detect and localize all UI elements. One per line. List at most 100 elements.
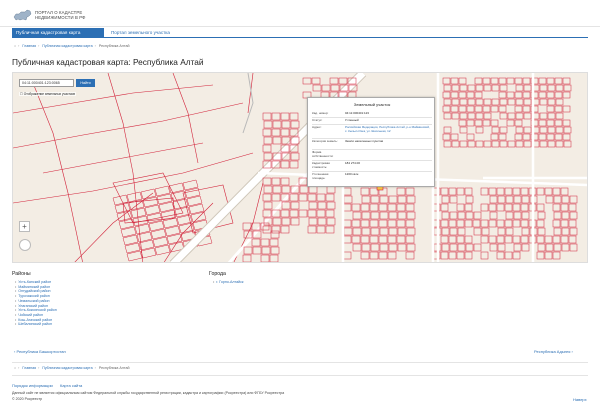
parcel xyxy=(338,77,348,85)
popup-value: Российская Федерация, Республика Алтай, … xyxy=(345,125,430,133)
parcel xyxy=(546,133,555,141)
cadastral-search-input[interactable]: 04:11:000401:123:0065 xyxy=(19,79,74,87)
logo-text[interactable]: ПОРТАЛ О КАДАСТРЕ НЕДВИЖИМОСТИ В РФ xyxy=(35,10,86,20)
parcel-boundary xyxy=(74,192,154,262)
tab-land-plot-portal[interactable]: Портал земельного участка xyxy=(107,28,174,37)
tab-public-cadastral-map[interactable]: Публичная кадастровая карта xyxy=(12,28,104,37)
search-button[interactable]: Найти xyxy=(76,79,95,87)
parcel xyxy=(443,126,452,134)
parcel xyxy=(499,140,508,148)
parcel xyxy=(272,185,282,194)
parcel xyxy=(488,235,497,244)
parcel xyxy=(441,227,450,236)
parcel xyxy=(388,195,398,204)
parcel xyxy=(405,219,415,228)
parcel xyxy=(450,91,459,99)
parcel xyxy=(507,140,516,148)
parcel xyxy=(369,203,379,212)
parcel xyxy=(544,187,553,196)
region-link[interactable]: Усть-Канский район xyxy=(15,280,57,285)
map-canvas[interactable] xyxy=(13,73,588,263)
popup-value: Учтенный xyxy=(345,118,359,122)
parcel xyxy=(553,211,562,220)
parcel xyxy=(488,203,497,212)
checkbox-icon[interactable]: ☐ xyxy=(20,92,23,96)
parcel xyxy=(456,251,465,260)
parcel xyxy=(396,219,406,228)
parcel xyxy=(554,77,563,85)
parcel xyxy=(514,105,523,113)
footer-link-sitemap[interactable]: Карта сайта xyxy=(60,383,82,388)
parcel xyxy=(465,195,474,204)
parcel xyxy=(490,133,499,141)
prev-region-label: Республика Башкортостан xyxy=(16,349,66,354)
parcel xyxy=(546,91,555,99)
popup-value: 184 274.00 xyxy=(345,161,361,165)
cities-title: Города xyxy=(209,271,226,277)
parcel xyxy=(497,195,506,204)
parcel xyxy=(466,119,475,127)
parcel xyxy=(378,235,388,244)
region-link[interactable]: Шебалинский район xyxy=(15,322,57,327)
parcel xyxy=(513,195,522,204)
cadastral-map[interactable]: 04:11:000401:123:0065 Найти ☐ Отображени… xyxy=(12,72,588,263)
parcel xyxy=(262,193,272,202)
parcel xyxy=(280,177,290,186)
parcel xyxy=(480,251,489,260)
parcel xyxy=(561,227,570,236)
parcel xyxy=(440,219,449,228)
parcel xyxy=(262,128,272,137)
parcel xyxy=(289,160,299,169)
home-icon[interactable]: ⌂ xyxy=(14,44,16,48)
next-region-link[interactable]: Республика Адыгея › xyxy=(534,348,573,356)
parcel xyxy=(448,235,457,244)
parcel xyxy=(456,203,465,212)
home-icon[interactable]: ⌂ xyxy=(14,366,16,370)
parcel xyxy=(450,105,459,113)
parcel xyxy=(281,217,291,226)
parcel xyxy=(563,84,572,92)
compass-icon[interactable] xyxy=(19,239,31,251)
breadcrumb-home[interactable]: Главная xyxy=(22,366,36,370)
parcel xyxy=(252,246,262,255)
parcel xyxy=(397,243,407,252)
breadcrumb-map[interactable]: Публичная кадастровая карта xyxy=(42,44,92,48)
parcel xyxy=(464,203,473,212)
parcel xyxy=(475,140,484,148)
parcel xyxy=(546,77,555,85)
parcel xyxy=(387,219,397,228)
parcel xyxy=(451,112,460,120)
parcel xyxy=(562,105,571,113)
parcel xyxy=(499,126,508,134)
parcel xyxy=(505,211,514,220)
parcel xyxy=(326,201,336,210)
parcel xyxy=(280,225,290,234)
parcel xyxy=(397,195,407,204)
city-link[interactable]: г. Горно-Алтайск xyxy=(213,280,243,285)
popup-value: 1200 кв.м xyxy=(345,172,359,176)
parcel xyxy=(317,217,327,226)
parcel xyxy=(442,77,451,85)
parcel xyxy=(397,227,407,236)
parcel xyxy=(506,91,515,99)
popup-key: Статус: xyxy=(312,118,323,122)
breadcrumb-current: Республика Алтай xyxy=(98,366,130,370)
parcel xyxy=(458,91,467,99)
parcels-layer-toggle[interactable]: ☐ Отображение земельных участков xyxy=(19,92,76,96)
parcel xyxy=(456,187,465,196)
parcel xyxy=(512,251,521,260)
footer-link-info[interactable]: Порядок информации xyxy=(12,383,53,388)
parcel xyxy=(456,235,465,244)
prev-region-link[interactable]: ‹ Республика Башкортостан xyxy=(14,348,66,356)
zoom-in-button[interactable]: + xyxy=(19,221,30,232)
back-to-top-link[interactable]: Наверх xyxy=(573,397,587,402)
breadcrumb-map[interactable]: Публичная кадастровая карта xyxy=(42,366,92,370)
parcel xyxy=(512,219,521,228)
parcel xyxy=(489,243,498,252)
breadcrumb-home[interactable]: Главная xyxy=(22,44,36,48)
popup-key: Кад. номер: xyxy=(312,111,329,115)
parcel xyxy=(271,128,281,137)
parcel xyxy=(441,243,450,252)
russia-map-logo-icon[interactable] xyxy=(13,9,32,22)
parcel xyxy=(499,112,508,120)
